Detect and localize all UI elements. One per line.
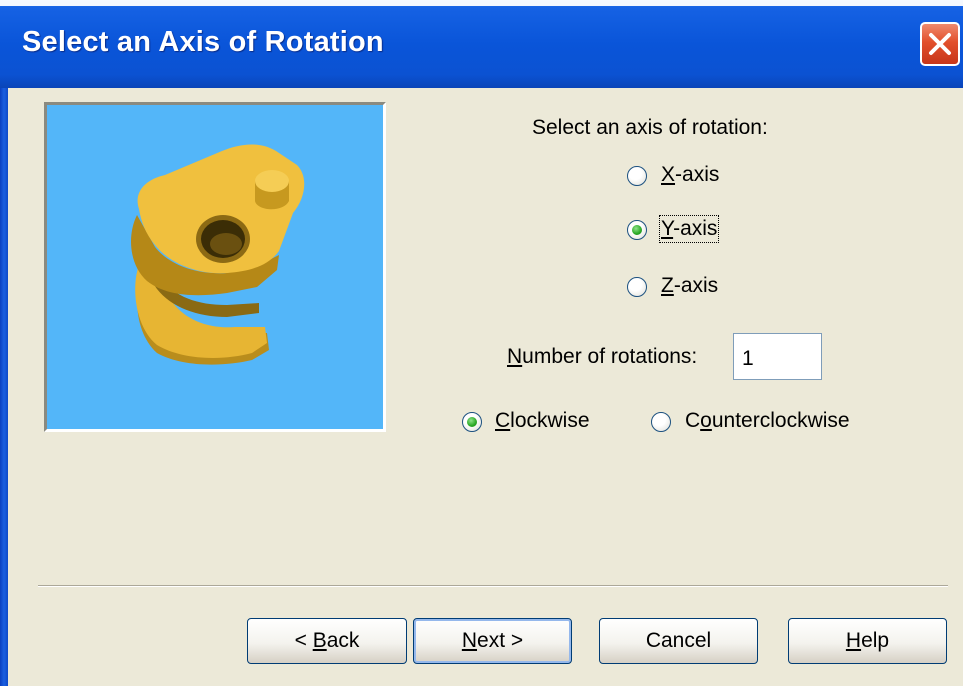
cancel-button[interactable]: Cancel [599,618,758,664]
axis-prompt: Select an axis of rotation: [532,116,768,139]
close-button[interactable] [920,22,960,66]
rotations-label: Number of rotations: [507,345,698,368]
window-left-border [0,88,8,686]
z-axis-radio[interactable] [627,277,647,297]
part-preview [44,102,386,432]
window-title: Select an Axis of Rotation [22,26,384,58]
help-button[interactable]: Help [788,618,947,664]
part-preview-image [131,144,305,365]
counterclockwise-radio[interactable] [651,412,671,432]
z-axis-label[interactable]: Z-axis [661,274,718,298]
x-axis-label[interactable]: X-axis [661,163,719,187]
clockwise-label[interactable]: Clockwise [495,409,590,433]
clockwise-radio[interactable] [462,412,482,432]
counterclockwise-label[interactable]: Counterclockwise [685,409,850,433]
rotations-input[interactable] [733,333,822,380]
back-button[interactable]: < Back [247,618,407,664]
x-axis-radio[interactable] [627,166,647,186]
y-axis-label[interactable]: Y-axis [658,215,720,243]
close-icon [929,33,951,55]
y-axis-radio[interactable] [627,220,647,240]
title-bar: Select an Axis of Rotation [0,0,963,88]
next-button[interactable]: Next > [413,618,572,664]
button-separator [38,585,948,587]
